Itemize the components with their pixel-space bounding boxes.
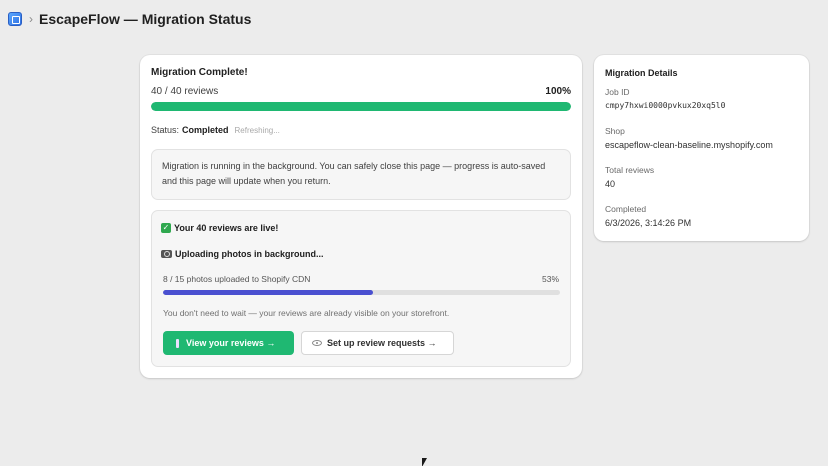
photos-upload-percent: 53% <box>541 274 559 284</box>
view-reviews-button[interactable]: View your reviews → <box>163 331 294 355</box>
migration-percent: 100% <box>545 86 571 97</box>
breadcrumb: › EscapeFlow — Migration Status <box>8 9 251 29</box>
background-info-text: Migration is running in the background. … <box>162 161 546 186</box>
uploading-title: Uploading photos in background... <box>175 249 324 259</box>
refreshing-indicator: Refreshing... <box>234 126 280 135</box>
migration-progress-fill <box>151 102 571 111</box>
total-reviews-value: 40 <box>605 179 616 189</box>
shop-label: Shop <box>605 126 625 136</box>
status-value: Completed <box>182 125 229 135</box>
status-line: Status: Completed Refreshing... <box>151 125 280 135</box>
photos-upload-text: 8 / 15 photos uploaded to Shopify CDN <box>163 274 311 284</box>
migration-title: Migration Complete! <box>151 67 248 78</box>
flask-icon <box>173 338 182 348</box>
app-icon[interactable] <box>8 12 22 26</box>
camera-icon <box>161 250 172 258</box>
check-icon: ✓ <box>161 223 171 233</box>
reviews-live-box: ✓ Your 40 reviews are live! Uploading ph… <box>151 210 571 367</box>
job-id-value: cmpy7hxwi0000pvkux20xq5l0 <box>605 101 726 110</box>
migration-progress-bar <box>151 102 571 111</box>
photos-progress-bar <box>163 290 560 295</box>
completed-value: 6/3/2026, 3:14:26 PM <box>605 218 692 228</box>
no-wait-text: You don't need to wait — your reviews ar… <box>163 308 450 318</box>
shop-value: escapeflow-clean-baseline.myshopify.com <box>605 140 773 150</box>
status-label: Status: <box>151 125 180 135</box>
review-count: 40 / 40 reviews <box>151 86 219 97</box>
photos-progress-fill <box>163 290 374 295</box>
setup-review-requests-button[interactable]: Set up review requests → <box>301 331 454 355</box>
uploading-heading: Uploading photos in background... <box>161 249 324 259</box>
setup-review-requests-label: Set up review requests → <box>327 338 437 348</box>
details-title: Migration Details <box>605 68 678 78</box>
completed-label: Completed <box>605 204 647 214</box>
page-title: EscapeFlow — Migration Status <box>39 11 252 27</box>
migration-status-card: Migration Complete! 40 / 40 reviews 100%… <box>140 55 582 378</box>
background-info-box: Migration is running in the background. … <box>151 149 571 200</box>
breadcrumb-separator: › <box>29 12 33 26</box>
total-reviews-label: Total reviews <box>605 165 655 175</box>
reviews-live-heading: ✓ Your 40 reviews are live! <box>161 223 278 233</box>
mouse-cursor <box>422 458 427 466</box>
migration-details-card: Migration Details Job ID cmpy7hxwi0000pv… <box>594 55 809 241</box>
job-id-label: Job ID <box>605 87 630 97</box>
view-reviews-label: View your reviews → <box>186 338 276 348</box>
reviews-live-title: Your 40 reviews are live! <box>174 223 279 233</box>
eye-icon <box>312 340 322 346</box>
